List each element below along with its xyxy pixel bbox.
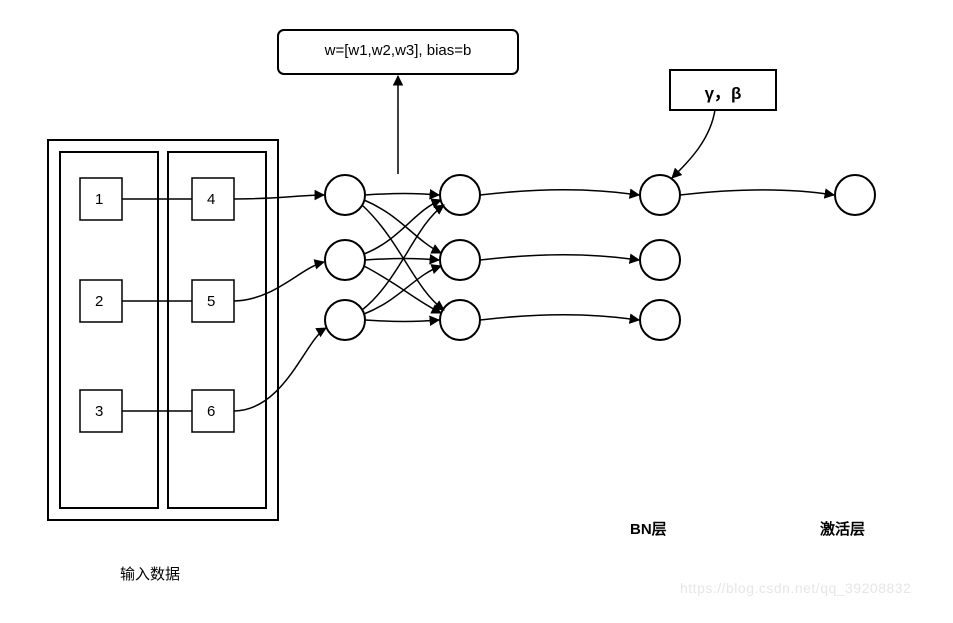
params-text: w=[w1,w2,w3], bias=b <box>278 42 518 59</box>
bn-node-3 <box>640 300 680 340</box>
layer1-node-1 <box>325 175 365 215</box>
bn-node-1 <box>640 175 680 215</box>
layer1-node-3 <box>325 300 365 340</box>
conn-l2-bn-1 <box>480 190 639 195</box>
conn-l2-bn-2 <box>480 255 639 260</box>
activation-layer-label: 激活层 <box>820 518 865 539</box>
input-col1-box <box>60 152 158 508</box>
cell-1-text: 1 <box>95 191 103 208</box>
layer2-node-1 <box>440 175 480 215</box>
conn-l2-bn-3 <box>480 315 639 320</box>
cell-2-text: 2 <box>95 293 103 310</box>
watermark-text: https://blog.csdn.net/qq_39208832 <box>680 580 911 596</box>
cell-3-text: 3 <box>95 403 103 420</box>
conn-6-l1n3 <box>234 328 326 411</box>
fc-1-1 <box>365 194 439 196</box>
activation-node <box>835 175 875 215</box>
fc-2-3 <box>364 266 441 313</box>
conn-bn-act <box>680 190 834 195</box>
layer2-node-3 <box>440 300 480 340</box>
fc-1-3 <box>362 205 444 310</box>
fc-3-3 <box>365 320 439 322</box>
fc-1-2 <box>364 200 441 253</box>
gamma-beta-arrow <box>672 110 715 178</box>
cell-6-text: 6 <box>207 403 215 420</box>
layer2-node-2 <box>440 240 480 280</box>
cell-4-text: 4 <box>207 191 215 208</box>
layer1-node-2 <box>325 240 365 280</box>
bn-node-2 <box>640 240 680 280</box>
input-col2-box <box>168 152 266 508</box>
cell-5-text: 5 <box>207 293 215 310</box>
input-data-label: 输入数据 <box>120 563 180 584</box>
bn-layer-label: BN层 <box>630 518 667 539</box>
gamma-beta-text: γ，β <box>670 79 776 104</box>
input-container <box>48 140 278 520</box>
